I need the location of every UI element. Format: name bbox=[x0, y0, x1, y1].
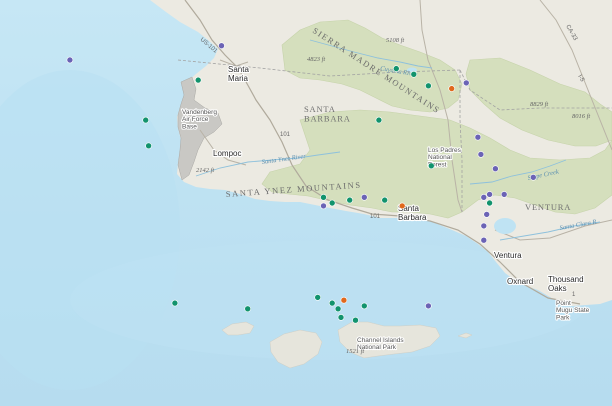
site-marker-green[interactable] bbox=[352, 316, 359, 324]
site-marker-green[interactable] bbox=[328, 199, 336, 207]
site-marker-purple[interactable] bbox=[480, 236, 488, 244]
elev-8829: 8829 ft bbox=[530, 101, 548, 108]
map[interactable]: Santa Maria Vandenberg Air Force Base Lompo… bbox=[0, 0, 612, 406]
site-marker-green[interactable] bbox=[346, 196, 354, 204]
site-marker-orange[interactable] bbox=[340, 296, 348, 304]
site-marker-purple[interactable] bbox=[462, 79, 470, 87]
site-marker-green[interactable] bbox=[425, 82, 432, 90]
site-marker-green[interactable] bbox=[142, 116, 149, 124]
site-marker-purple[interactable] bbox=[425, 302, 432, 310]
site-marker-green[interactable] bbox=[410, 71, 418, 78]
elev-8016: 8016 ft bbox=[572, 113, 590, 120]
site-marker-green[interactable] bbox=[392, 65, 400, 72]
site-marker-purple[interactable] bbox=[474, 133, 482, 141]
site-marker-orange[interactable] bbox=[448, 85, 456, 92]
site-marker-green[interactable] bbox=[320, 194, 327, 201]
site-marker-purple[interactable] bbox=[218, 42, 225, 50]
road-label-101-sb: 101 bbox=[280, 132, 291, 138]
elev-1521: 1521 ft bbox=[346, 348, 364, 355]
road-label-101-coast: 101 bbox=[370, 214, 381, 220]
place-lompoc[interactable]: Lompoc bbox=[212, 148, 243, 159]
elev-2142: 2142 ft bbox=[196, 167, 214, 174]
site-marker-purple[interactable] bbox=[486, 191, 493, 198]
site-marker-green[interactable] bbox=[360, 302, 368, 310]
elev-5108: 5108 ft bbox=[386, 37, 404, 44]
site-marker-green[interactable] bbox=[486, 199, 493, 207]
site-marker-green[interactable] bbox=[337, 314, 345, 321]
site-marker-green[interactable] bbox=[145, 142, 152, 150]
site-marker-purple[interactable] bbox=[500, 191, 508, 198]
site-marker-green[interactable] bbox=[427, 162, 435, 170]
site-marker-purple[interactable] bbox=[66, 56, 74, 64]
place-ventura[interactable]: Ventura bbox=[493, 250, 523, 261]
site-marker-purple[interactable] bbox=[480, 222, 488, 230]
site-marker-green[interactable] bbox=[328, 299, 336, 307]
site-marker-purple[interactable] bbox=[360, 194, 368, 201]
site-marker-purple[interactable] bbox=[480, 194, 488, 201]
site-marker-purple[interactable] bbox=[477, 151, 485, 158]
site-marker-green[interactable] bbox=[314, 294, 322, 301]
site-marker-orange[interactable] bbox=[398, 202, 406, 210]
lake-casitas bbox=[494, 218, 516, 234]
region-ventura: VENTURA bbox=[525, 202, 571, 212]
site-marker-green[interactable] bbox=[375, 116, 383, 124]
map-canvas[interactable]: Santa Maria Vandenberg Air Force Base Lompo… bbox=[0, 0, 612, 406]
site-marker-green[interactable] bbox=[171, 299, 179, 307]
site-marker-green[interactable] bbox=[334, 305, 342, 313]
site-marker-green[interactable] bbox=[194, 76, 202, 84]
place-santa-maria[interactable]: Santa Maria bbox=[227, 64, 251, 84]
site-marker-green[interactable] bbox=[244, 305, 251, 313]
site-marker-purple[interactable] bbox=[320, 202, 327, 210]
place-oxnard[interactable]: Oxnard bbox=[506, 276, 534, 287]
site-marker-green[interactable] bbox=[381, 196, 389, 204]
elev-4823: 4823 ft bbox=[307, 56, 325, 63]
site-marker-purple[interactable] bbox=[529, 174, 537, 181]
site-marker-purple[interactable] bbox=[492, 165, 499, 172]
site-marker-purple[interactable] bbox=[483, 211, 491, 218]
